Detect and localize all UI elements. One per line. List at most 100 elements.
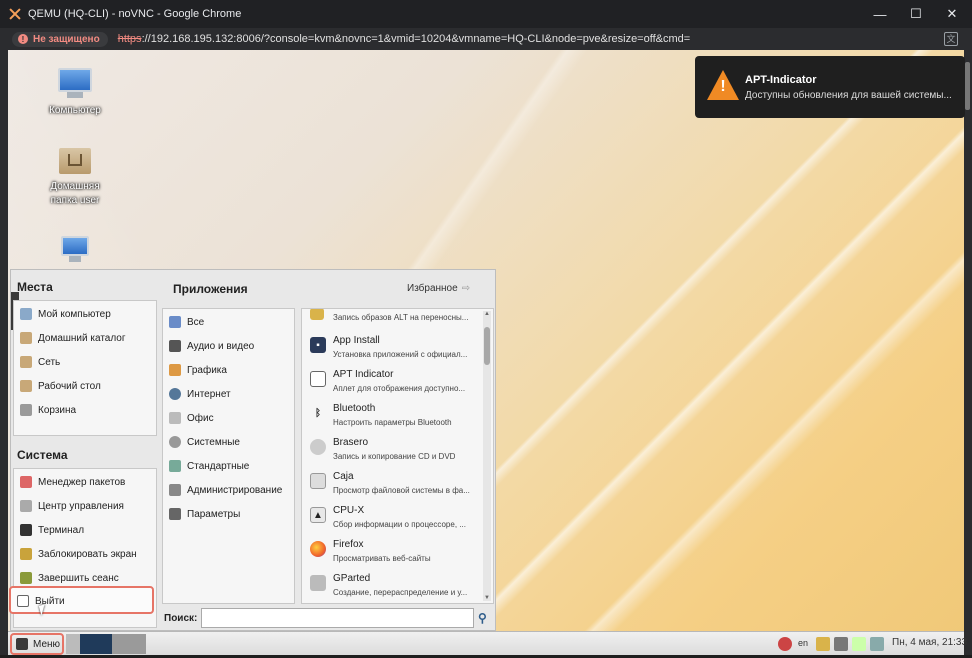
workspace-2[interactable] (112, 634, 146, 654)
system-title: Система (17, 448, 68, 462)
clipboard-icon[interactable] (852, 637, 866, 651)
home-folder-icon (57, 144, 93, 176)
accessories-icon (169, 460, 181, 472)
desktop-icon-home[interactable]: Домашняя папка user (30, 144, 120, 208)
place-my-computer[interactable]: Мой компьютер (14, 303, 111, 325)
window-title: QEMU (HQ-CLI) - noVNC - Google Chrome (28, 8, 242, 20)
category-audio-video[interactable]: Аудио и видео (163, 335, 254, 357)
multimedia-icon (169, 340, 181, 352)
close-button[interactable]: ✕ (934, 0, 970, 28)
category-administration[interactable]: Администрирование (163, 479, 282, 501)
search-icon[interactable]: ⚲ (478, 611, 492, 625)
cpu-x-icon: ▲ (310, 507, 326, 523)
apps-scrollbar-thumb[interactable] (484, 327, 490, 365)
system-terminal[interactable]: Терминал (14, 519, 84, 541)
lock-icon (20, 548, 32, 560)
place-trash[interactable]: Корзина (14, 399, 76, 421)
workspace-1[interactable] (80, 634, 112, 654)
apt-notification[interactable]: ! APT-Indicator Доступны обновления для … (695, 56, 965, 118)
desktop-icon-network[interactable] (30, 236, 120, 272)
security-badge[interactable]: ! Не защищено (12, 31, 108, 47)
office-icon (169, 412, 181, 424)
scroll-up-icon[interactable]: ▲ (483, 311, 491, 317)
system-package-manager[interactable]: Менеджер пакетов (14, 471, 125, 493)
computer-icon (20, 308, 32, 320)
minimize-button[interactable]: — (862, 0, 898, 28)
app-item-caja[interactable]: Caja Просмотр файловой системы в фа... (302, 467, 482, 501)
apt-indicator-icon (310, 371, 326, 387)
category-office[interactable]: Офис (163, 407, 214, 429)
show-desktop-button[interactable] (66, 634, 80, 654)
menu-icon (16, 638, 28, 650)
keyboard-layout[interactable]: en (798, 638, 808, 648)
apps-title: Приложения (173, 282, 248, 296)
home-folder-icon (20, 332, 32, 344)
place-network[interactable]: Сеть (14, 351, 60, 373)
viewport-left-edge (0, 50, 8, 658)
terminal-icon (20, 524, 32, 536)
favorites-button[interactable]: Избранное ⇨ (407, 283, 470, 294)
notification-title: APT-Indicator (745, 74, 817, 86)
folder-icon (20, 380, 32, 392)
menu-button[interactable]: Меню (10, 633, 64, 655)
firefox-icon (310, 541, 326, 557)
app-item-gparted[interactable]: GParted Создание, перераспределение и у.… (302, 569, 482, 603)
control-center-icon (20, 500, 32, 512)
apps-scrollbar[interactable]: ▲ ▼ (483, 311, 491, 601)
page-scrollbar[interactable] (965, 62, 970, 110)
places-title: Места (17, 280, 53, 294)
system-logout[interactable]: Выйти (9, 586, 154, 614)
exit-icon (17, 595, 29, 607)
gparted-icon (310, 575, 326, 591)
app-item-partial[interactable]: Запись образов ALT на переносны... (302, 309, 482, 327)
admin-tools-icon (169, 484, 181, 496)
app-install-icon: ▪ (310, 337, 326, 353)
start-menu: Места Мой компьютер Домашний каталог Сет… (10, 269, 496, 631)
desktop-icon-label: Домашняя папка user (50, 181, 100, 206)
package-icon (20, 476, 32, 488)
translate-icon[interactable]: 文 (944, 32, 958, 46)
app-item-cpu-x[interactable]: ▲ CPU-X Сбор информации о процессоре, ..… (302, 501, 482, 535)
place-desktop[interactable]: Рабочий стол (14, 375, 101, 397)
category-graphics[interactable]: Графика (163, 359, 227, 381)
maximize-button[interactable]: ☐ (898, 0, 934, 28)
proxmox-logo-icon (8, 7, 22, 21)
network-icon[interactable] (870, 637, 884, 651)
url-text: ://192.168.195.132:8006/?console=kvm&nov… (141, 33, 691, 45)
settings-icon (169, 508, 181, 520)
logout-icon (20, 572, 32, 584)
category-accessories[interactable]: Стандартные (163, 455, 249, 477)
category-internet[interactable]: Интернет (163, 383, 231, 405)
update-icon[interactable] (778, 637, 792, 651)
viewport-right-edge (964, 50, 972, 658)
volume-icon[interactable] (834, 637, 848, 651)
scroll-down-icon[interactable]: ▼ (483, 595, 491, 601)
app-item-apt-indicator[interactable]: APT Indicator Аплет для отображения дост… (302, 365, 482, 399)
all-apps-icon (169, 316, 181, 328)
categories-panel: Все Аудио и видео Графика Интернет Офис … (162, 308, 295, 604)
app-item-brasero[interactable]: Brasero Запись и копирование CD и DVD (302, 433, 482, 467)
search-input[interactable] (201, 608, 474, 628)
place-home[interactable]: Домашний каталог (14, 327, 126, 349)
desktop-icon-label: Компьютер (49, 105, 101, 116)
warning-icon: ! (18, 34, 28, 44)
taskbar: Меню en Пн, 4 мая, 21:33 (8, 631, 967, 655)
graphics-icon (169, 364, 181, 376)
system-lock-screen[interactable]: Заблокировать экран (14, 543, 137, 565)
app-item-app-install[interactable]: ▪ App Install Установка приложений с офи… (302, 331, 482, 365)
address-bar[interactable]: ! Не защищено https ://192.168.195.132:8… (0, 28, 972, 50)
clock[interactable]: Пн, 4 мая, 21:33 (892, 637, 967, 648)
category-system[interactable]: Системные (163, 431, 240, 453)
apt-indicator-icon[interactable] (816, 637, 830, 651)
app-item-firefox[interactable]: Firefox Просматривать веб-сайты (302, 535, 482, 569)
places-panel: Мой компьютер Домашний каталог Сеть Рабо… (13, 300, 157, 436)
category-all[interactable]: Все (163, 311, 204, 333)
category-settings[interactable]: Параметры (163, 503, 240, 525)
bluetooth-icon: ᛒ (315, 407, 321, 419)
desktop-icon-computer[interactable]: Компьютер (30, 68, 120, 118)
network-folder-icon (20, 356, 32, 368)
system-icon (169, 436, 181, 448)
arrow-right-icon: ⇨ (461, 283, 471, 294)
system-control-center[interactable]: Центр управления (14, 495, 124, 517)
app-item-bluetooth[interactable]: ᛒ Bluetooth Настроить параметры Bluetoot… (302, 399, 482, 433)
